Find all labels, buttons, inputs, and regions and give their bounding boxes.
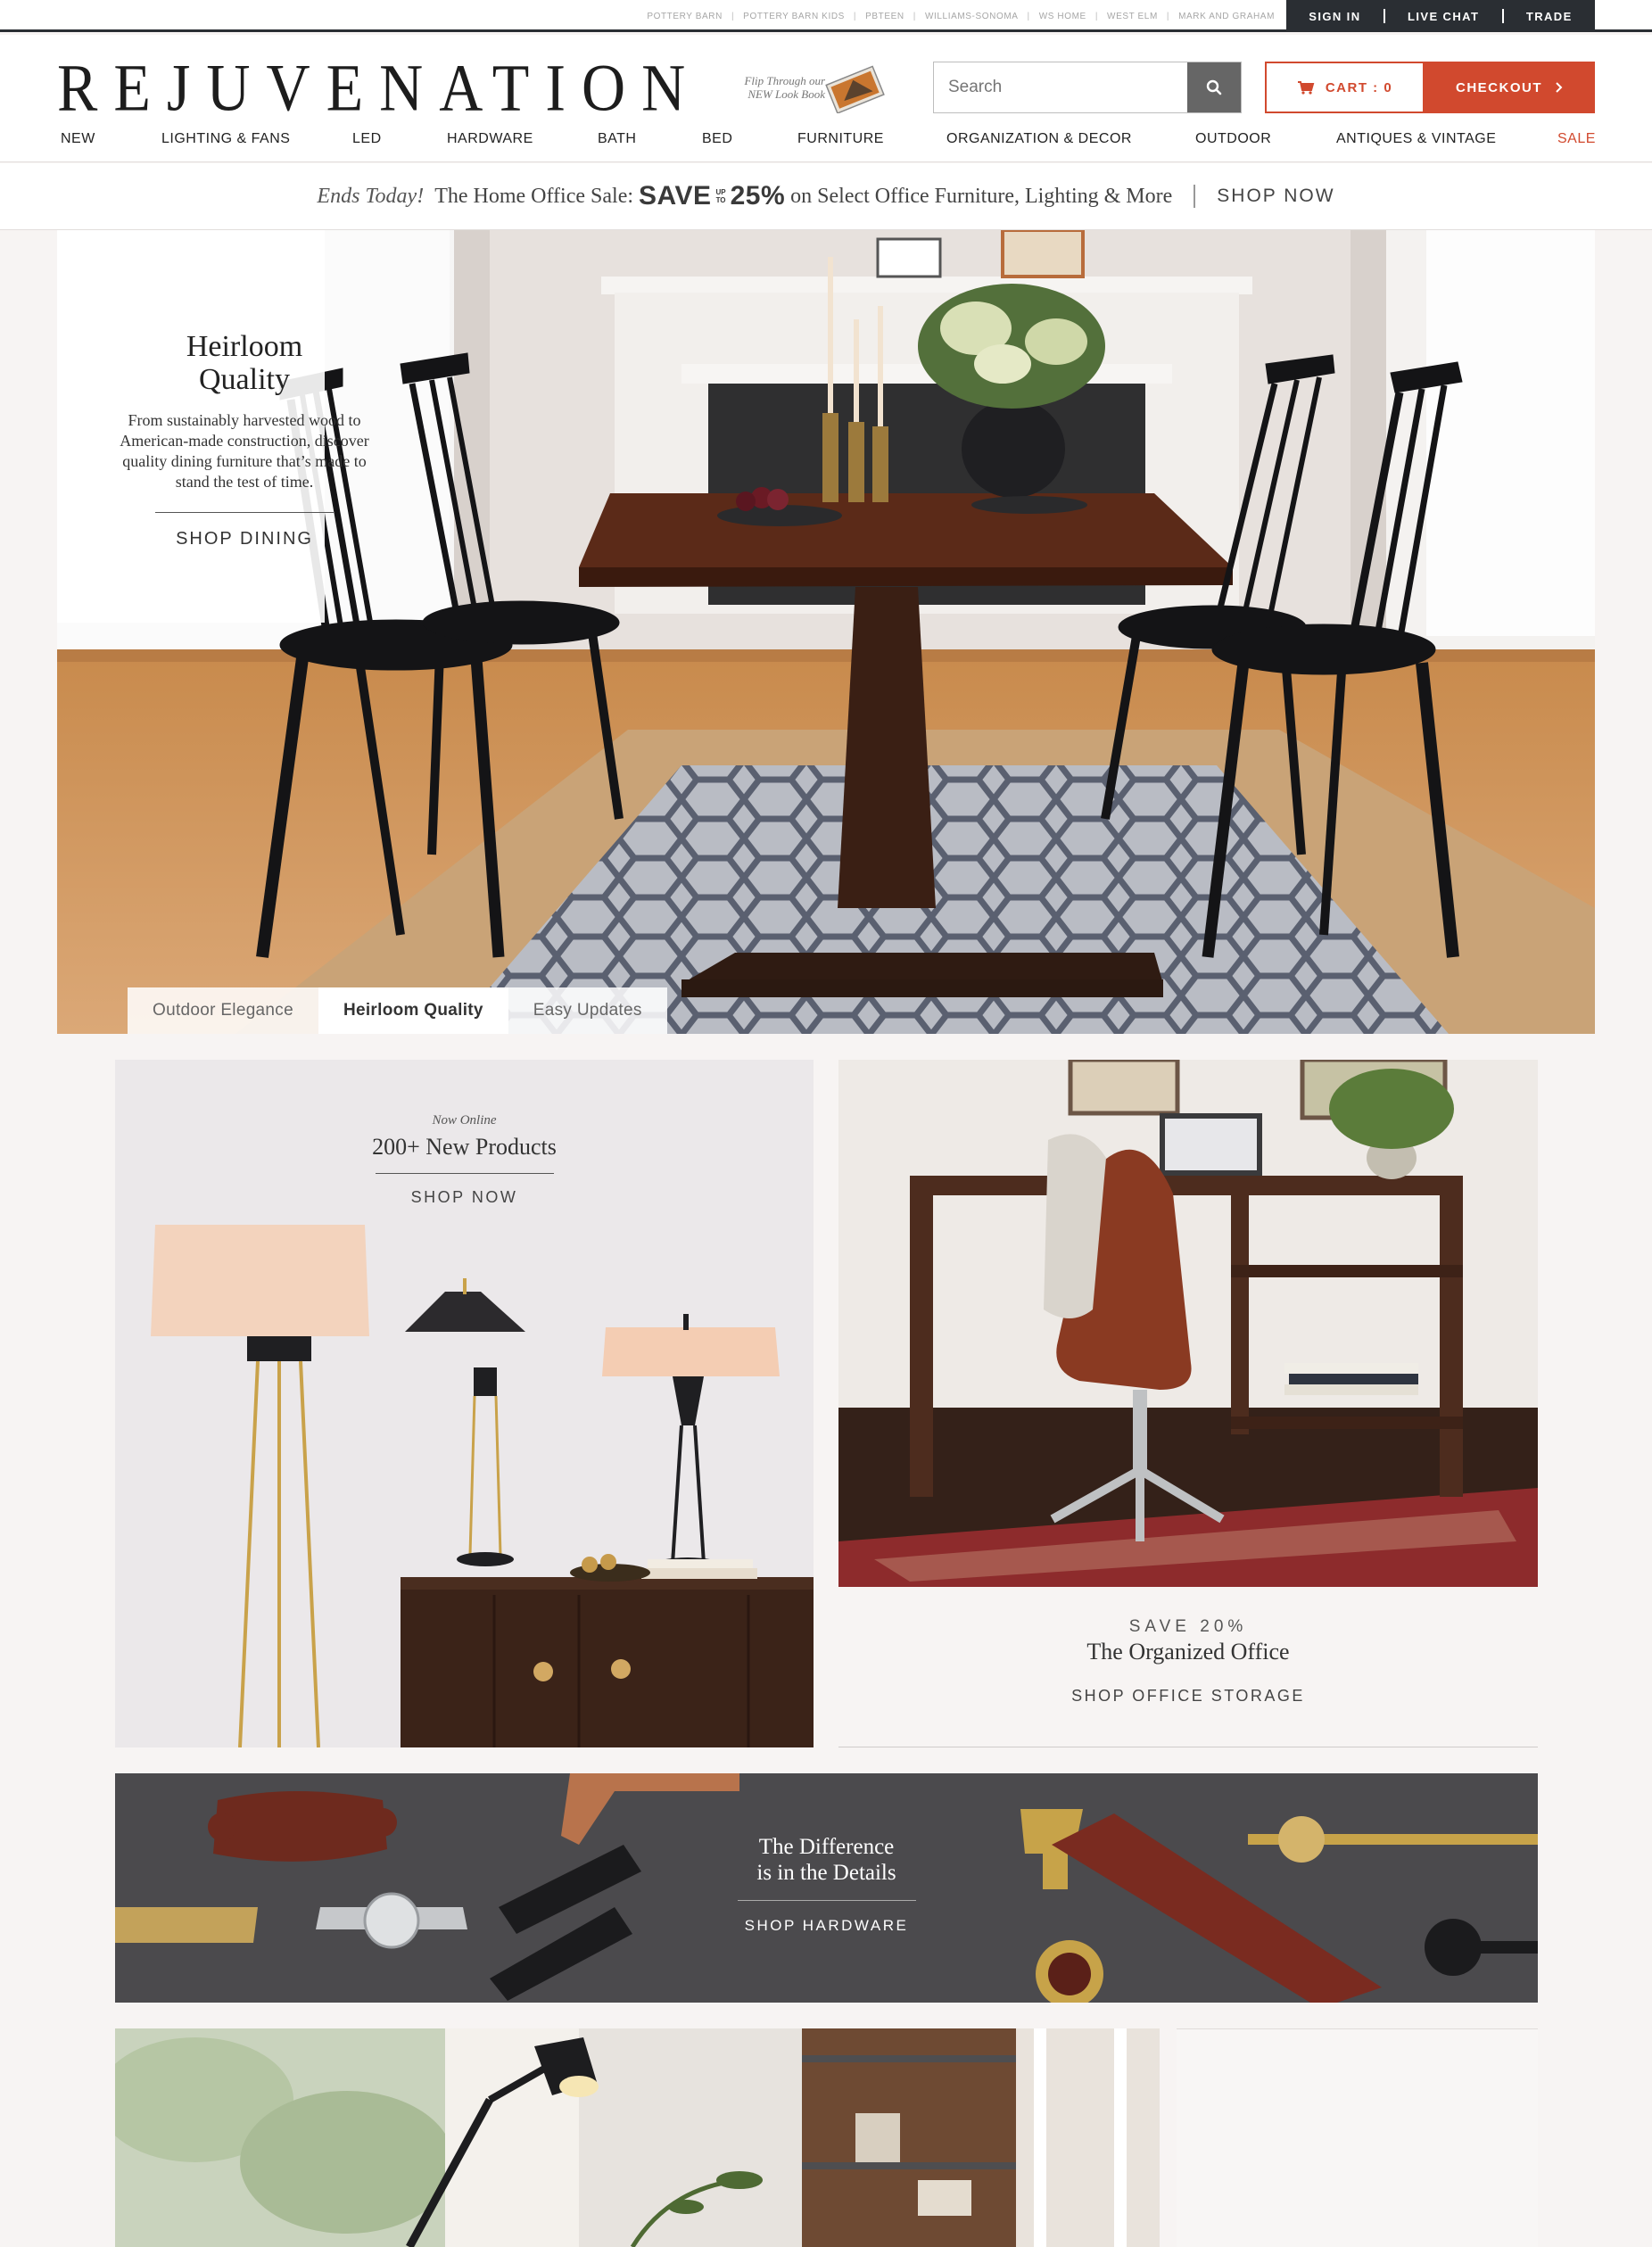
hardware-tile[interactable]: The Difference is in the Details SHOP HA… <box>115 1773 1538 2003</box>
room-tile[interactable] <box>115 2028 1160 2247</box>
new-products-shop-now[interactable]: SHOP NOW <box>115 1188 814 1207</box>
site-logo[interactable]: REJUVENATION <box>57 54 701 121</box>
hero-body: From sustainably harvested wood to Ameri… <box>120 411 369 491</box>
divider: | <box>1094 11 1099 21</box>
page: POTTERY BARN | POTTERY BARN KIDS | PBTEEN |… <box>0 0 1652 2247</box>
hardware-headline-line2: is in the Details <box>756 1861 896 1885</box>
office-copy: SAVE 20% The Organized Office SHOP OFFIC… <box>838 1617 1538 1706</box>
nav-item-bed[interactable]: BED <box>702 131 732 147</box>
sign-in-link[interactable]: SIGN IN <box>1309 10 1360 23</box>
office-headline: The Organized Office <box>1086 1639 1290 1665</box>
lookbook-text: Flip Through our NEW Look Book <box>709 74 825 101</box>
brand-link-pottery-barn[interactable]: POTTERY BARN <box>647 12 723 21</box>
nav-item-outdoor[interactable]: OUTDOOR <box>1195 131 1271 147</box>
tab-easy-updates[interactable]: Easy Updates <box>508 987 667 1034</box>
hero-title-line1: Heirloom <box>186 330 303 363</box>
shop-hardware-link[interactable]: SHOP HARDWARE <box>115 1917 1538 1935</box>
chevron-right-icon <box>1556 82 1563 93</box>
shop-dining-link[interactable]: SHOP DINING <box>120 529 369 549</box>
divider: | <box>853 11 857 21</box>
shop-office-storage-link[interactable]: SHOP OFFICE STORAGE <box>838 1687 1538 1706</box>
account-bar: SIGN IN LIVE CHAT TRADE <box>1286 0 1595 32</box>
cart-button[interactable]: CART : 0 <box>1265 62 1425 113</box>
hero-title: Heirloom Quality <box>120 330 369 396</box>
cart-icon <box>1297 81 1315 95</box>
divider <box>1383 9 1385 23</box>
new-products-copy: Now Online 200+ New Products SHOP NOW <box>115 1113 814 1207</box>
divider <box>155 512 334 513</box>
nav-item-sale[interactable]: SALE <box>1557 131 1596 147</box>
brand-link-pottery-barn-kids[interactable]: POTTERY BARN KIDS <box>743 12 845 21</box>
hero-tabs: Outdoor Elegance Heirloom Quality Easy U… <box>128 987 667 1034</box>
checkout-label: CHECKOUT <box>1456 79 1542 95</box>
promo-shop-now[interactable]: SHOP NOW <box>1217 186 1334 207</box>
office-desk-image <box>838 1060 1538 1587</box>
brand-link-pbteen[interactable]: PBTEEN <box>865 12 904 21</box>
divider: | <box>1027 11 1030 21</box>
hardware-headline-line1: The Difference <box>758 1835 895 1859</box>
search-button[interactable] <box>1187 62 1241 112</box>
divider <box>1194 185 1196 208</box>
brand-link-west-elm[interactable]: WEST ELM <box>1107 12 1158 21</box>
tab-outdoor-elegance[interactable]: Outdoor Elegance <box>128 987 318 1034</box>
promo-to: TO <box>715 196 726 204</box>
hero-title-line2: Quality <box>199 363 290 396</box>
office-photo <box>838 1060 1538 1587</box>
empty-tile <box>1177 2028 1538 2247</box>
new-products-headline: 200+ New Products <box>372 1134 557 1160</box>
promo-sale-name: The Home Office Sale: <box>434 184 634 208</box>
live-chat-link[interactable]: LIVE CHAT <box>1408 10 1479 23</box>
nav-item-furniture[interactable]: FURNITURE <box>797 131 884 147</box>
nav-item-lighting-fans[interactable]: LIGHTING & FANS <box>161 131 290 147</box>
new-products-tile[interactable]: Now Online 200+ New Products SHOP NOW <box>115 1060 814 1747</box>
trade-link[interactable]: TRADE <box>1526 10 1573 23</box>
promo-save: SAVE <box>639 181 712 211</box>
hero-copy: Heirloom Quality From sustainably harves… <box>120 330 369 549</box>
hardware-copy: The Difference is in the Details SHOP HA… <box>115 1834 1538 1935</box>
brand-link-ws-home[interactable]: WS HOME <box>1039 12 1086 21</box>
lookbook-icon <box>825 65 885 113</box>
brand-link-mark-and-graham[interactable]: MARK AND GRAHAM <box>1178 12 1275 21</box>
main-nav: NEW LIGHTING & FANS LED HARDWARE BATH BE… <box>0 124 1652 161</box>
nav-item-new[interactable]: NEW <box>61 131 95 147</box>
new-products-kicker: Now Online <box>432 1113 497 1128</box>
promo-banner[interactable]: Ends Today! The Home Office Sale: SAVE U… <box>0 163 1652 230</box>
room-image <box>115 2028 1160 2247</box>
family-brands: POTTERY BARN | POTTERY BARN KIDS | PBTEEN |… <box>647 0 1275 32</box>
divider: | <box>731 11 735 21</box>
hero-carousel: Heirloom Quality From sustainably harves… <box>57 230 1595 1034</box>
nav-item-led[interactable]: LED <box>352 131 382 147</box>
divider <box>375 1173 554 1174</box>
search-icon <box>1206 79 1222 95</box>
divider: | <box>1166 11 1170 21</box>
promo-up-to: UP TO <box>715 188 725 204</box>
tab-heirloom-quality[interactable]: Heirloom Quality <box>318 987 508 1034</box>
nav-item-bath[interactable]: BATH <box>598 131 636 147</box>
nav-item-organization-decor[interactable]: ORGANIZATION & DECOR <box>946 131 1132 147</box>
promo-up: UP <box>715 188 726 196</box>
brand-link-williams-sonoma[interactable]: WILLIAMS-SONOMA <box>925 12 1019 21</box>
search-input[interactable] <box>934 62 1188 112</box>
promo-details: on Select Office Furniture, Lighting & M… <box>790 184 1173 208</box>
cart-label: CART : 0 <box>1325 79 1393 95</box>
hardware-headline: The Difference is in the Details <box>115 1834 1538 1886</box>
office-kicker: SAVE 20% <box>1128 1617 1248 1636</box>
divider: | <box>913 11 916 21</box>
site-header: REJUVENATION Flip Through our NEW Look B… <box>0 35 1652 162</box>
divider <box>1501 9 1504 23</box>
nav-item-hardware[interactable]: HARDWARE <box>447 131 533 147</box>
lookbook-link[interactable]: Flip Through our NEW Look Book <box>709 62 888 113</box>
utility-bar: POTTERY BARN | POTTERY BARN KIDS | PBTEEN |… <box>0 0 1652 32</box>
lookbook-line1: Flip Through our <box>744 74 825 87</box>
divider <box>737 1900 916 1901</box>
lookbook-line2: NEW Look Book <box>748 87 825 101</box>
promo-lead: Ends Today! <box>317 184 425 208</box>
checkout-button[interactable]: CHECKOUT <box>1425 62 1595 113</box>
nav-item-antiques-vintage[interactable]: ANTIQUES & VINTAGE <box>1336 131 1496 147</box>
office-tile[interactable]: SAVE 20% The Organized Office SHOP OFFIC… <box>838 1060 1538 1747</box>
search-box <box>933 62 1242 113</box>
promo-percent: 25% <box>730 181 786 211</box>
